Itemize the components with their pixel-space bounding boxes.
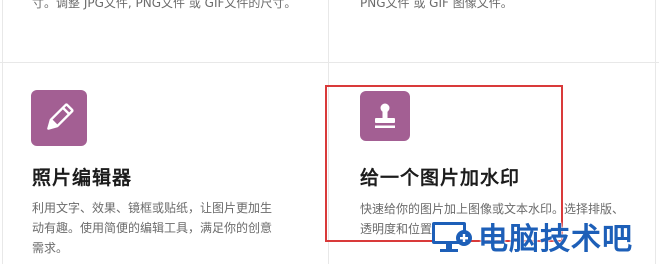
card-title-photo-editor: 照片编辑器	[32, 167, 133, 189]
monitor-logo-icon	[430, 216, 474, 256]
watermark-text: 电脑技术吧	[478, 222, 633, 257]
pencil-icon	[31, 90, 87, 146]
card-desc-photo-editor: 利用文字、效果、镜框或贴纸，让图片更加生动有趣。使用简便的编辑工具，满足你的创意…	[32, 201, 273, 255]
grid-divider-row	[0, 62, 659, 63]
convert-card-description: PNG文件 或 GIF 图像文件。	[360, 0, 513, 10]
grid-divider-left	[2, 0, 3, 264]
resize-card-description: 寸。调整 JPG文件, PNG文件 或 GIF文件的尺寸。	[32, 0, 297, 10]
grid-divider-right	[655, 0, 656, 264]
site-watermark: 电脑技术吧	[430, 212, 633, 260]
